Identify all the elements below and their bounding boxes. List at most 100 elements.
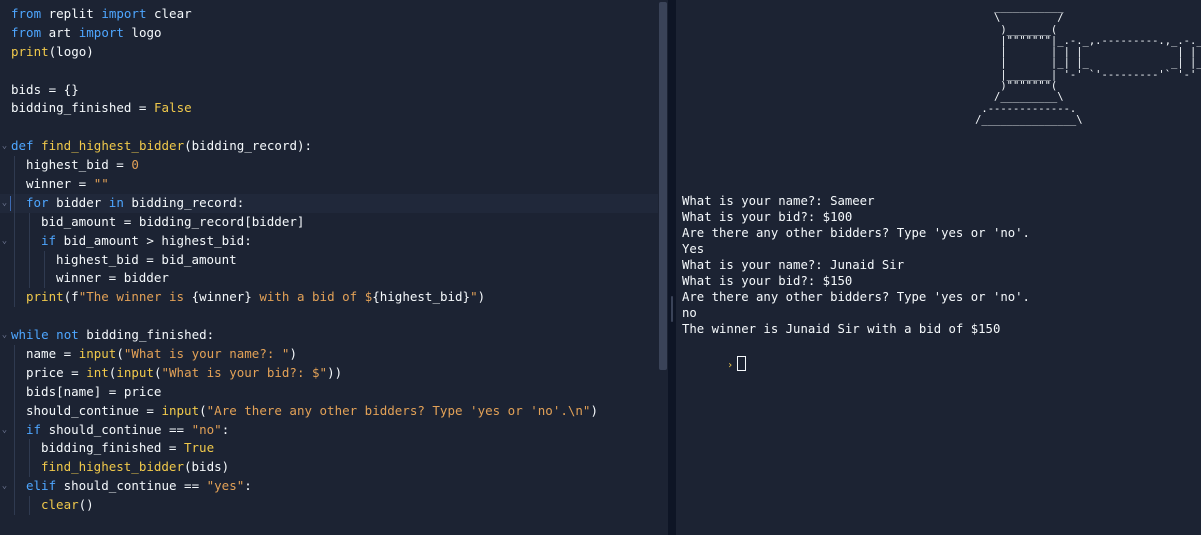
code-text: bids[name] = price <box>11 384 161 399</box>
code-token: from <box>11 6 42 21</box>
code-token: {highest_bid} <box>372 289 471 305</box>
code-line[interactable]: from art import logo <box>0 24 658 43</box>
code-text: bid_amount = bidding_record[bidder] <box>11 214 304 229</box>
code-token: not <box>56 327 79 343</box>
code-token: bidding_finished = <box>41 440 184 456</box>
fold-chevron-icon[interactable]: ⌄ <box>0 194 9 213</box>
code-line[interactable]: ⌄ if should_continue == "no": <box>0 420 658 440</box>
code-token: import <box>101 6 147 21</box>
prompt-chevron-icon: › <box>727 360 734 371</box>
code-token: should_continue = <box>26 402 162 418</box>
output-line: What is your name?: Junaid Sir <box>682 258 905 272</box>
code-line[interactable]: ⌄ elif should_continue == "yes": <box>0 477 658 497</box>
code-token: input <box>116 364 154 380</box>
fold-chevron-icon[interactable]: ⌄ <box>0 137 9 156</box>
code-token: should_continue == <box>41 421 192 437</box>
code-token: )) <box>327 364 343 380</box>
code-line[interactable]: winner = "" <box>0 175 658 194</box>
code-line[interactable]: name = input("What is your name?: ") <box>0 345 658 364</box>
code-token: find_highest_bidder <box>41 138 185 154</box>
code-text: print(f"The winner is {winner} with a bi… <box>11 289 485 304</box>
code-token: bids = {} <box>11 81 79 97</box>
fold-chevron-icon[interactable]: ⌄ <box>0 326 9 345</box>
code-editor[interactable]: from replit import clear from art import … <box>0 0 668 535</box>
code-line[interactable]: bids[name] = price <box>0 382 658 402</box>
code-token: with a bid of $ <box>251 289 373 305</box>
code-token: highest_bid = bid_amount <box>56 251 237 267</box>
code-line[interactable]: price = int(input("What is your bid?: $"… <box>0 363 658 383</box>
code-token: bid_amount > highest_bid: <box>56 232 252 248</box>
output-line: What is your bid?: $100 <box>682 210 853 224</box>
code-token: from <box>11 24 42 40</box>
output-line: What is your bid?: $150 <box>682 274 853 288</box>
text-cursor[interactable] <box>737 356 747 371</box>
code-token: (bids) <box>184 459 230 475</box>
code-line[interactable] <box>0 118 658 137</box>
fold-chevron-icon[interactable]: ⌄ <box>0 477 9 496</box>
code-text: winner = bidder <box>11 270 169 285</box>
code-token: while <box>11 327 49 343</box>
code-line[interactable]: print(f"The winner is {winner} with a bi… <box>0 288 658 308</box>
code-line[interactable]: ⌄ for bidder in bidding_record: <box>0 193 658 213</box>
code-token: bidder <box>48 194 109 210</box>
code-token: : <box>244 478 252 494</box>
code-text: def find_highest_bidder(bidding_record): <box>11 138 312 153</box>
code-token: should_continue == <box>56 478 207 494</box>
code-line[interactable]: highest_bid = bid_amount <box>0 250 658 270</box>
code-token: "What is your name?: " <box>123 346 290 362</box>
code-text: bidding_finished = False <box>11 100 192 115</box>
code-token: logo <box>123 24 162 40</box>
output-line: What is your name?: Sameer <box>682 194 875 208</box>
code-token: "no" <box>191 421 222 437</box>
code-line[interactable]: winner = bidder <box>0 269 658 289</box>
code-line[interactable]: print(logo) <box>0 43 658 62</box>
code-token: "" <box>93 176 109 192</box>
editor-scrollbar-thumb[interactable] <box>659 2 667 370</box>
output-line: Yes <box>682 242 705 256</box>
pane-splitter[interactable] <box>668 0 676 535</box>
code-token: elif <box>26 478 57 494</box>
code-line[interactable]: ⌄ def find_highest_bidder(bidding_record)… <box>0 137 658 156</box>
code-token: "What is your bid?: $" <box>161 364 328 380</box>
code-lines[interactable]: from replit import clear from art import … <box>0 5 658 516</box>
code-line[interactable]: bidding_finished = True <box>0 439 658 459</box>
code-text: from replit import clear <box>11 6 192 21</box>
code-line[interactable]: bidding_finished = False <box>0 99 658 118</box>
code-line[interactable]: ⌄ if bid_amount > highest_bid: <box>0 231 658 251</box>
fold-chevron-icon[interactable]: ⌄ <box>0 232 9 251</box>
editor-scrollbar[interactable] <box>658 0 668 535</box>
code-token: {winner} <box>191 289 252 305</box>
code-text: highest_bid = bid_amount <box>11 252 237 267</box>
output-line: The winner is Junaid Sir with a bid of $… <box>682 322 1001 336</box>
code-token: in <box>108 194 124 210</box>
console-prompt[interactable]: › <box>682 337 1030 371</box>
code-text: winner = "" <box>11 176 109 191</box>
code-text: from art import logo <box>11 25 162 40</box>
code-line[interactable]: should_continue = input("Are there any o… <box>0 401 658 421</box>
code-token: "yes" <box>206 478 245 494</box>
code-text: bidding_finished = True <box>11 440 214 455</box>
code-token: 0 <box>131 157 139 173</box>
code-text: if should_continue == "no": <box>11 422 229 437</box>
console-pane[interactable]: ___________ \ / )_______( |"""""""|_.-._… <box>676 0 1201 535</box>
splitter-grip-icon[interactable] <box>671 296 673 322</box>
code-text: highest_bid = 0 <box>11 157 139 172</box>
code-line[interactable] <box>0 307 658 326</box>
fold-chevron-icon[interactable]: ⌄ <box>0 421 9 440</box>
code-line[interactable] <box>0 62 658 81</box>
output-line: no <box>682 306 697 320</box>
code-line[interactable]: find_highest_bidder(bids) <box>0 458 658 478</box>
code-line[interactable]: bid_amount = bidding_record[bidder] <box>0 212 658 232</box>
code-line[interactable]: bids = {} <box>0 81 658 100</box>
code-text: for bidder in bidding_record: <box>11 195 244 210</box>
code-line[interactable]: highest_bid = 0 <box>0 156 658 176</box>
code-token: price = <box>26 364 87 380</box>
code-text: find_highest_bidder(bids) <box>11 459 229 474</box>
code-token: ( <box>116 346 124 362</box>
code-line[interactable]: ⌄ while not bidding_finished: <box>0 326 658 345</box>
code-token: name = <box>26 346 79 362</box>
code-line[interactable]: clear() <box>0 496 658 516</box>
code-line[interactable]: from replit import clear <box>0 5 658 24</box>
code-token: () <box>78 497 94 513</box>
code-text: should_continue = input("Are there any o… <box>11 403 598 418</box>
